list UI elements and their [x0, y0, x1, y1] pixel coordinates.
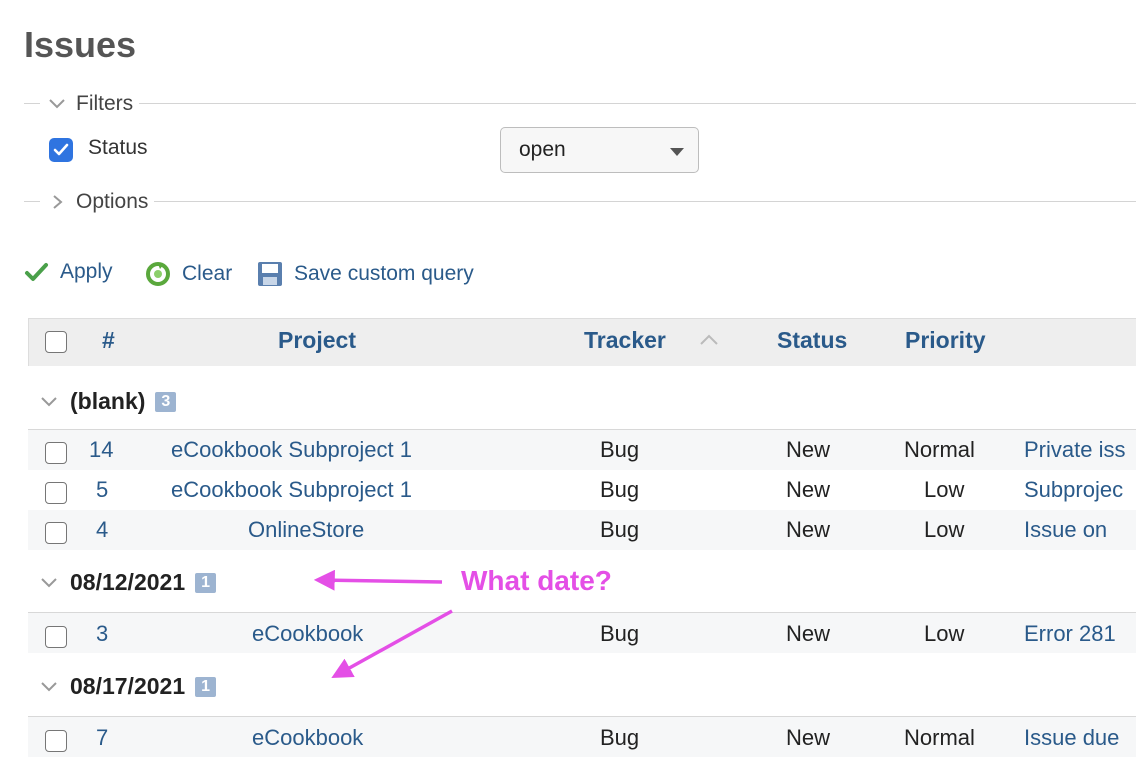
row-checkbox[interactable] — [45, 482, 67, 504]
annotation-arrows — [313, 569, 453, 679]
filters-legend[interactable]: Filters — [40, 92, 140, 116]
group-title: 08/17/2021 — [70, 673, 186, 699]
table-row — [28, 510, 1136, 550]
project-link[interactable]: eCookbook — [252, 621, 363, 647]
status-cell: New — [786, 517, 831, 542]
annotation-arrow — [313, 569, 443, 591]
tracker-cell: Bug — [600, 725, 640, 750]
status-cell: New — [786, 477, 831, 502]
project-link[interactable]: OnlineStore — [248, 517, 364, 543]
status-operator-value: open — [519, 138, 566, 161]
column-header-tracker[interactable]: Tracker — [584, 327, 666, 354]
sort-ascending-icon — [700, 334, 718, 345]
options-legend-label: Options — [76, 190, 149, 213]
dropdown-arrow-icon — [670, 148, 684, 156]
table-row — [28, 613, 1136, 653]
row-checkbox[interactable] — [45, 626, 67, 648]
row-checkbox[interactable] — [45, 442, 67, 464]
filters-fieldset-border — [24, 103, 1136, 104]
select-all-checkbox[interactable] — [45, 331, 67, 353]
priority-cell: Low — [924, 621, 965, 646]
priority-cell: Normal — [904, 725, 975, 750]
filters-legend-label: Filters — [76, 92, 134, 115]
group-title: (blank) — [70, 388, 146, 414]
issue-id-link[interactable]: 3 — [96, 621, 108, 647]
floppy-disk-icon — [258, 262, 282, 286]
page-title: Issues — [24, 24, 137, 65]
chevron-down-icon — [41, 577, 57, 587]
column-header-status[interactable]: Status — [777, 327, 847, 354]
apply-button[interactable]: Apply — [24, 260, 113, 284]
subject-link[interactable]: Issue on — [1024, 517, 1136, 543]
group-header[interactable]: 08/17/2021 1 — [38, 673, 217, 700]
group-title: 08/12/2021 — [70, 569, 186, 595]
tracker-cell: Bug — [600, 517, 640, 542]
group-count-badge: 3 — [155, 391, 177, 412]
status-cell: New — [786, 621, 831, 646]
column-header-project[interactable]: Project — [278, 327, 356, 354]
tracker-cell: Bug — [600, 477, 640, 502]
chevron-down-icon — [49, 99, 65, 109]
row-checkbox[interactable] — [45, 522, 67, 544]
issue-id-link[interactable]: 4 — [96, 517, 108, 543]
subject-link[interactable]: Private iss — [1024, 437, 1136, 463]
column-header-priority[interactable]: Priority — [905, 327, 986, 354]
subject-link[interactable]: Error 281 — [1024, 621, 1136, 647]
column-header-id[interactable]: # — [102, 327, 115, 354]
priority-cell: Low — [924, 517, 965, 542]
save-custom-query-button[interactable]: Save custom query — [256, 260, 474, 288]
clear-button[interactable]: Clear — [144, 260, 232, 288]
tracker-cell: Bug — [600, 437, 640, 462]
options-legend[interactable]: Options — [40, 190, 155, 214]
status-filter-label: Status — [88, 136, 148, 159]
priority-cell: Low — [924, 477, 965, 502]
chevron-down-icon — [41, 396, 57, 406]
chevron-right-icon — [53, 195, 63, 209]
apply-label: Apply — [60, 260, 113, 283]
issue-id-link[interactable]: 7 — [96, 725, 108, 751]
clear-label: Clear — [182, 262, 233, 285]
reload-icon — [146, 262, 170, 286]
group-header[interactable]: 08/12/2021 1 — [38, 569, 217, 596]
status-filter-checkbox[interactable] — [49, 138, 73, 162]
issue-id-link[interactable]: 14 — [89, 437, 113, 463]
save-custom-query-label: Save custom query — [294, 262, 474, 285]
priority-cell: Normal — [904, 437, 975, 462]
project-link[interactable]: eCookbook Subproject 1 — [171, 477, 412, 503]
chevron-down-icon — [41, 681, 57, 691]
status-cell: New — [786, 725, 831, 750]
annotation-text: What date? — [461, 565, 612, 596]
project-link[interactable]: eCookbook Subproject 1 — [171, 437, 412, 463]
row-checkbox[interactable] — [45, 730, 67, 752]
checkmark-icon — [25, 263, 48, 281]
status-operator-select[interactable]: open — [500, 127, 699, 173]
checkmark-icon — [53, 143, 69, 156]
status-cell: New — [786, 437, 831, 462]
issue-id-link[interactable]: 5 — [96, 477, 108, 503]
options-fieldset-border — [24, 201, 1136, 202]
group-count-badge: 1 — [195, 572, 217, 593]
subject-link[interactable]: Subprojec — [1024, 477, 1136, 503]
project-link[interactable]: eCookbook — [252, 725, 363, 751]
tracker-cell: Bug — [600, 621, 640, 646]
group-count-badge: 1 — [195, 676, 217, 697]
group-header[interactable]: (blank) 3 — [38, 388, 177, 415]
subject-link[interactable]: Issue due — [1024, 725, 1136, 751]
